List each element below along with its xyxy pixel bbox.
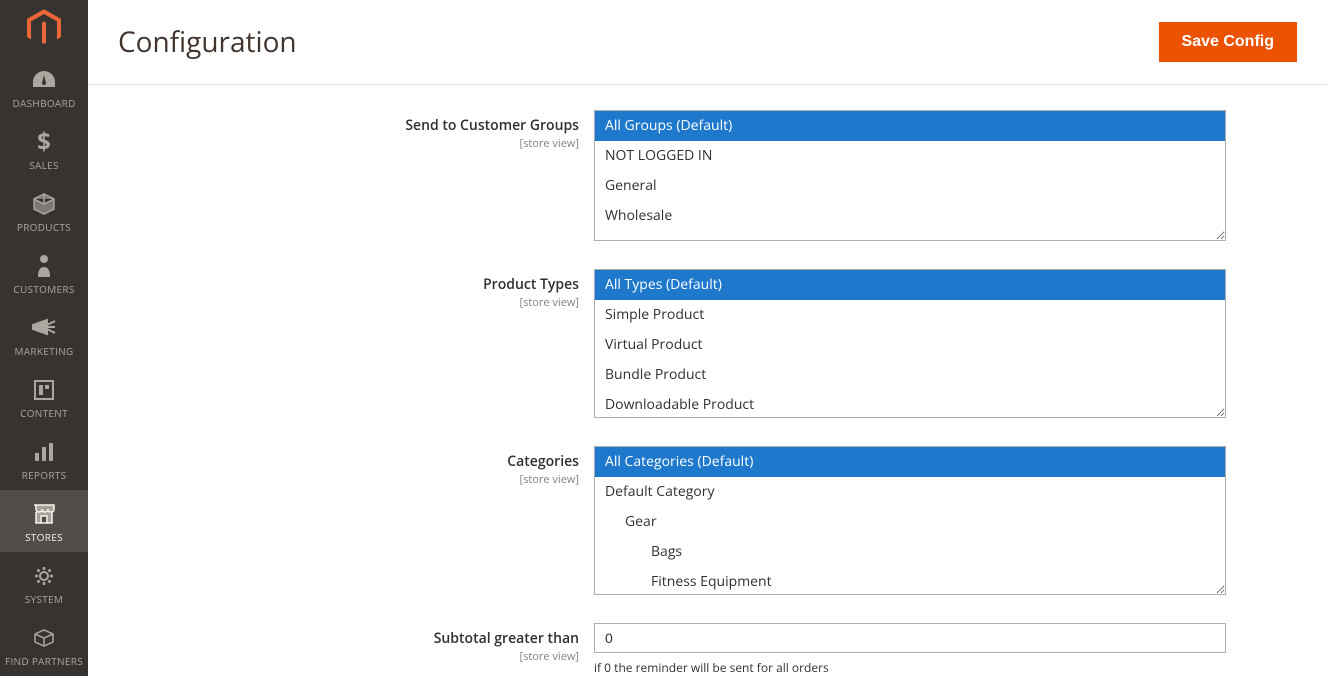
option-general[interactable]: General [595,171,1225,201]
config-form: Send to Customer Groups [store view] All… [88,85,1327,676]
marketing-icon [31,314,57,342]
nav-dashboard[interactable]: DASHBOARD [0,56,88,118]
nav-label: DASHBOARD [12,98,75,109]
svg-text:$: $ [37,129,51,155]
option-virtual-product[interactable]: Virtual Product [595,330,1225,360]
option-bags[interactable]: Bags [595,537,1225,567]
nav-label: PRODUCTS [17,222,71,233]
page-header: Configuration Save Config [88,0,1327,85]
nav-label: STORES [25,532,63,543]
products-icon [32,190,56,218]
option-bundle-product[interactable]: Bundle Product [595,360,1225,390]
option-gear[interactable]: Gear [595,507,1225,537]
nav-label: SALES [29,160,59,171]
nav-label: CUSTOMERS [13,284,74,295]
nav-label: REPORTS [22,470,67,481]
field-scope: [store view] [88,136,579,151]
system-icon [33,562,55,590]
main-area: Configuration Save Config Send to Custom… [88,0,1327,676]
partners-icon [32,624,56,652]
customer-groups-select[interactable]: All Groups (Default) NOT LOGGED IN Gener… [594,110,1226,241]
option-not-logged-in[interactable]: NOT LOGGED IN [595,141,1225,171]
page-title: Configuration [118,23,297,61]
nav-label: SYSTEM [25,594,63,605]
field-label: Product Types [483,275,579,294]
field-scope: [store view] [88,295,579,310]
option-all-categories[interactable]: All Categories (Default) [595,447,1225,477]
subtotal-input[interactable] [594,623,1226,653]
field-subtotal: Subtotal greater than [store view] if 0 … [88,623,1297,676]
field-label: Categories [507,452,579,471]
save-config-button[interactable]: Save Config [1159,22,1297,62]
nav-sales[interactable]: $ SALES [0,118,88,180]
field-label: Send to Customer Groups [405,116,579,135]
nav-label: FIND PARTNERS [5,656,83,667]
option-all-types[interactable]: All Types (Default) [595,270,1225,300]
field-scope: [store view] [88,649,579,664]
option-downloadable-product[interactable]: Downloadable Product [595,390,1225,418]
dashboard-icon [31,66,57,94]
categories-select[interactable]: All Categories (Default) Default Categor… [594,446,1226,595]
option-wholesale[interactable]: Wholesale [595,201,1225,231]
reports-icon [33,438,55,466]
nav-marketing[interactable]: MARKETING [0,304,88,366]
nav-label: MARKETING [15,346,74,357]
nav-find-partners[interactable]: FIND PARTNERS [0,614,88,676]
option-default-category[interactable]: Default Category [595,477,1225,507]
option-fitness-equipment[interactable]: Fitness Equipment [595,567,1225,595]
option-simple-product[interactable]: Simple Product [595,300,1225,330]
magento-logo[interactable] [0,0,88,56]
option-all-groups[interactable]: All Groups (Default) [595,111,1225,141]
field-note: if 0 the reminder will be sent for all o… [594,659,1226,676]
nav-products[interactable]: PRODUCTS [0,180,88,242]
field-scope: [store view] [88,472,579,487]
customers-icon [36,252,52,280]
nav-system[interactable]: SYSTEM [0,552,88,614]
field-categories: Categories [store view] All Categories (… [88,446,1297,595]
field-product-types: Product Types [store view] All Types (De… [88,269,1297,418]
stores-icon [32,500,56,528]
field-label: Subtotal greater than [434,629,579,648]
nav-stores[interactable]: STORES [0,490,88,552]
product-types-select[interactable]: All Types (Default) Simple Product Virtu… [594,269,1226,418]
field-customer-groups: Send to Customer Groups [store view] All… [88,110,1297,241]
content-icon [33,376,55,404]
admin-sidebar: DASHBOARD $ SALES PRODUCTS CUSTOMERS MAR… [0,0,88,676]
sales-icon: $ [36,128,52,156]
nav-reports[interactable]: REPORTS [0,428,88,490]
nav-content[interactable]: CONTENT [0,366,88,428]
nav-label: CONTENT [20,408,68,419]
nav-customers[interactable]: CUSTOMERS [0,242,88,304]
